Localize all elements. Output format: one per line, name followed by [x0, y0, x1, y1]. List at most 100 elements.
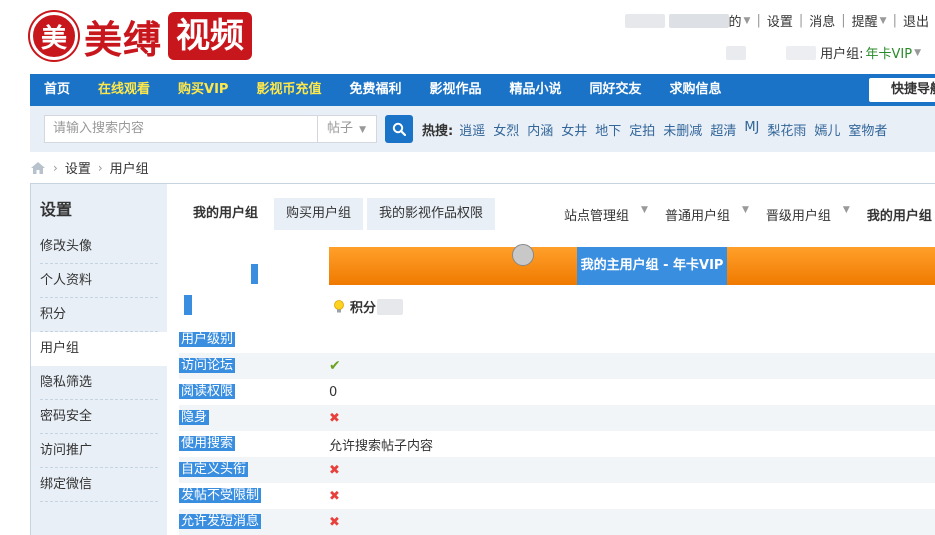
logo-seal-icon: 美 [30, 12, 78, 60]
highlight-marker [251, 264, 258, 284]
chevron-down-icon: ▼ [743, 15, 751, 26]
chevron-down-icon[interactable]: ▼ [742, 205, 749, 224]
permission-key: 使用搜索 [179, 436, 236, 451]
search-category-select[interactable]: 帖子 ▼ [317, 115, 377, 143]
table-row: 自定义头衔 ✖ [179, 457, 935, 483]
sidebar-item-password[interactable]: 密码安全 [40, 400, 158, 434]
tab-my-usergroup[interactable]: 我的用户组 [181, 198, 271, 230]
content-frame: 设置 修改头像 个人资料 积分 用户组 隐私筛选 密码安全 访问推广 绑定微信 … [30, 183, 935, 535]
table-row: 允许发短消息 ✖ [179, 509, 935, 535]
group-tab-mine[interactable]: 我的用户组 [867, 205, 932, 224]
table-row: 阅读权限 0 [179, 379, 935, 405]
table-row: 使用搜索 允许搜索帖子内容 [179, 431, 935, 457]
permission-key: 阅读权限 [179, 384, 236, 399]
cross-icon: ✖ [329, 410, 340, 426]
main-panel: 我的用户组 购买用户组 我的影视作品权限 站点管理组 ▼ 普通用户组 ▼ 晋级用户组… [167, 184, 935, 535]
settings-link[interactable]: 设置 [767, 11, 793, 30]
breadcrumb-settings[interactable]: 设置 [65, 158, 91, 177]
group-type-tabs: 站点管理组 ▼ 普通用户组 ▼ 晋级用户组 ▼ 我的用户组 [564, 205, 935, 224]
permission-key: 自定义头衔 [179, 462, 249, 477]
blurred-info [726, 45, 747, 60]
nav-item-novels[interactable]: 精品小说 [496, 74, 576, 106]
cursor-indicator [512, 244, 534, 266]
user-group-label: 用户组: [820, 47, 864, 62]
hot-word[interactable]: MJ [744, 120, 759, 139]
top-links: 的 ▼ | 设置 | 消息 | 提醒 ▼ | 退出 [624, 11, 929, 30]
search-input[interactable]: 请输入搜索内容 [44, 115, 318, 143]
group-banner: 我的主用户组 - 年卡VIP [329, 247, 935, 285]
logo-text: 美缚 [84, 17, 163, 62]
hot-word[interactable]: 超清 [710, 120, 736, 139]
nav-item-free-benefits[interactable]: 免费福利 [335, 74, 415, 106]
hot-word[interactable]: 内涵 [527, 120, 553, 139]
credits-row: 积分 [333, 297, 404, 316]
hot-word[interactable]: 逍遥 [459, 120, 485, 139]
hot-word[interactable]: 定拍 [629, 120, 655, 139]
username-blurred-2 [668, 13, 729, 28]
chevron-down-icon[interactable]: ▼ [641, 205, 648, 224]
group-tab-normal[interactable]: 普通用户组 [665, 205, 730, 224]
username-suffix[interactable]: 的 [729, 11, 742, 30]
sidebar-item-profile[interactable]: 个人资料 [40, 264, 158, 298]
hot-word[interactable]: 女烈 [493, 120, 519, 139]
breadcrumb: › 设置 › 用户组 [30, 158, 149, 177]
hot-word[interactable]: 梨花雨 [767, 120, 806, 139]
permission-key: 访问论坛 [179, 358, 236, 373]
search-button[interactable] [385, 115, 413, 143]
chevron-down-icon: ▼ [879, 15, 887, 26]
group-tab-upgrade[interactable]: 晋级用户组 [766, 205, 831, 224]
tab-film-permissions[interactable]: 我的影视作品权限 [367, 198, 496, 230]
hot-word[interactable]: 窒物者 [848, 120, 887, 139]
nav-item-watch-online[interactable]: 在线观看 [84, 74, 164, 106]
logo-badge: 视频 [168, 12, 253, 60]
check-icon: ✔ [329, 358, 341, 374]
tab-buy-usergroup[interactable]: 购买用户组 [274, 198, 364, 230]
nav-item-films[interactable]: 影视作品 [416, 74, 496, 106]
cross-icon: ✖ [329, 462, 340, 478]
sidebar-title: 设置 [40, 200, 73, 219]
user-group-info: 用户组: 年卡VIP ▼ [726, 43, 921, 62]
cross-icon: ✖ [329, 488, 340, 504]
username-blurred [624, 13, 665, 28]
nav-item-wanted[interactable]: 求购信息 [656, 74, 736, 106]
sidebar-item-promotion[interactable]: 访问推广 [40, 434, 158, 468]
quick-nav-button[interactable]: 快捷导航 [869, 78, 935, 102]
user-group-value[interactable]: 年卡VIP [866, 43, 913, 62]
chevron-down-icon[interactable]: ▼ [914, 48, 921, 58]
credits-value-blurred [377, 298, 404, 315]
reminder-link[interactable]: 提醒 [852, 11, 878, 30]
table-row: 隐身 ✖ [179, 405, 935, 431]
messages-link[interactable]: 消息 [809, 11, 835, 30]
nav-item-friends[interactable]: 同好交友 [576, 74, 656, 106]
sidebar-item-usergroup[interactable]: 用户组 [31, 332, 167, 366]
table-row: 发帖不受限制 ✖ [179, 483, 935, 509]
chevron-down-icon[interactable]: ▼ [843, 205, 850, 224]
sidebar-item-avatar[interactable]: 修改头像 [40, 230, 158, 264]
permission-value: 0 [329, 384, 338, 400]
breadcrumb-usergroup[interactable]: 用户组 [110, 158, 149, 177]
settings-sidebar: 设置 修改头像 个人资料 积分 用户组 隐私筛选 密码安全 访问推广 绑定微信 [31, 184, 167, 535]
nav-item-recharge[interactable]: 影视币充值 [242, 74, 335, 106]
sidebar-item-credits[interactable]: 积分 [40, 298, 158, 332]
hot-word[interactable]: 女井 [561, 120, 587, 139]
breadcrumb-separator-icon: › [97, 160, 103, 175]
sidebar-item-privacy[interactable]: 隐私筛选 [40, 366, 158, 400]
banner-title: 我的主用户组 - 年卡VIP [577, 247, 727, 285]
hot-word[interactable]: 嫣儿 [814, 120, 840, 139]
hot-word[interactable]: 地下 [595, 120, 621, 139]
search-category-label: 帖子 [327, 121, 354, 136]
sidebar-item-wechat[interactable]: 绑定微信 [40, 468, 158, 502]
nav-item-home[interactable]: 首页 [30, 74, 84, 106]
table-row: 访问论坛 ✔ [179, 353, 935, 379]
tab-bar: 我的用户组 购买用户组 我的影视作品权限 [181, 198, 499, 230]
group-tab-admin[interactable]: 站点管理组 [564, 205, 629, 224]
hot-word[interactable]: 未删减 [663, 120, 702, 139]
nav-item-buy-vip[interactable]: 购买VIP [164, 74, 242, 106]
cross-icon: ✖ [329, 514, 340, 530]
site-logo[interactable]: 美 美缚 视频 [30, 8, 253, 64]
home-icon[interactable] [30, 161, 46, 175]
logout-link[interactable]: 退出 [903, 11, 929, 30]
permission-value: 允许搜索帖子内容 [329, 438, 434, 454]
table-row: 用户级别 [179, 327, 935, 353]
blurred-info-2 [786, 45, 817, 60]
